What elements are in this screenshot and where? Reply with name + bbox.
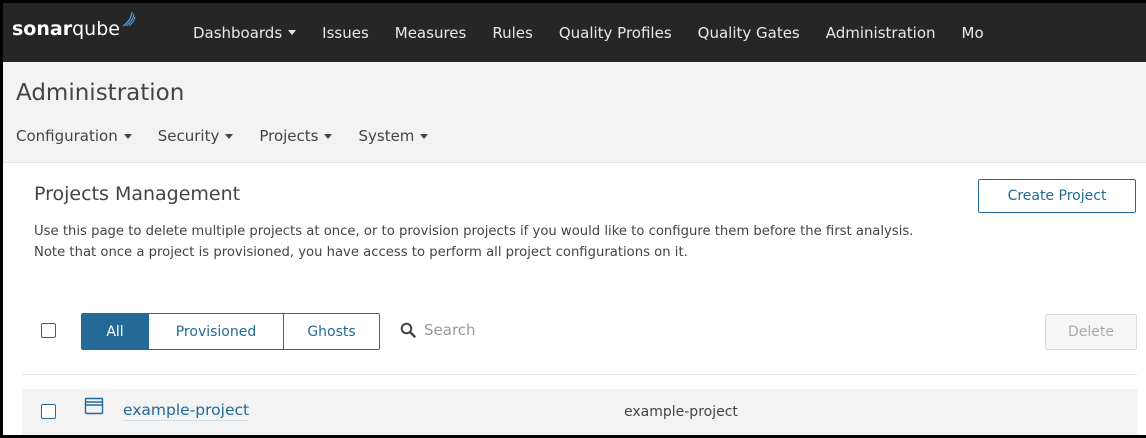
nav-dashboards-label: Dashboards (192, 23, 283, 42)
sonarqube-logo[interactable]: sonar qube (12, 11, 136, 40)
tab-system-label: System (358, 127, 415, 145)
section-title: Projects Management (34, 183, 241, 205)
admin-header: Administration Configuration Security Pr… (3, 62, 1146, 163)
select-all-checkbox[interactable] (41, 323, 56, 338)
nav-quality-profiles-label: Quality Profiles (558, 23, 672, 42)
nav-issues-label: Issues (322, 23, 369, 42)
nav-measures[interactable]: Measures (395, 24, 467, 42)
nav-issues[interactable]: Issues (322, 24, 369, 42)
page-title: Administration (16, 80, 185, 106)
nav-dashboards[interactable]: Dashboards (192, 23, 297, 42)
tab-projects[interactable]: Projects (259, 127, 333, 145)
nav-rules[interactable]: Rules (492, 24, 532, 42)
nav-quality-gates-label: Quality Gates (697, 23, 800, 42)
project-key: example-project (624, 404, 738, 420)
description-line-1: Use this page to delete multiple project… (34, 224, 914, 239)
logo-waves-icon (122, 11, 136, 27)
logo-text-light: qube (72, 17, 120, 40)
logo-text-bold: sonar (12, 17, 73, 40)
project-name-link[interactable]: example-project (123, 401, 250, 421)
tab-system[interactable]: System (358, 127, 429, 145)
filter-ghosts-button[interactable]: Ghosts (283, 314, 379, 349)
delete-button[interactable]: Delete (1045, 314, 1137, 350)
filter-all-button[interactable]: All (82, 314, 148, 349)
chevron-down-icon (324, 133, 333, 139)
nav-administration[interactable]: Administration (826, 24, 936, 42)
search-icon (400, 322, 416, 338)
tab-configuration-label: Configuration (16, 127, 118, 145)
admin-tabs: Configuration Security Projects System (16, 127, 454, 145)
tab-security[interactable]: Security (158, 127, 234, 145)
tab-configuration[interactable]: Configuration (16, 127, 132, 145)
nav-rules-label: Rules (492, 23, 533, 42)
nav-administration-label: Administration (825, 23, 936, 42)
chevron-down-icon (225, 133, 234, 139)
nav-more-label: Mo (961, 23, 984, 42)
create-project-button[interactable]: Create Project (978, 179, 1136, 213)
description-line-2: Note that once a project is provisioned,… (34, 245, 688, 260)
page-description: Use this page to delete multiple project… (34, 221, 913, 263)
tab-projects-label: Projects (259, 127, 319, 145)
divider (22, 374, 1137, 375)
filter-provisioned-button[interactable]: Provisioned (148, 314, 283, 349)
chevron-down-icon (420, 133, 429, 139)
app-window: sonar qube Dashboards Issues Measures Rul… (0, 0, 1146, 438)
project-icon (84, 397, 104, 415)
nav-quality-profiles[interactable]: Quality Profiles (559, 24, 672, 42)
chevron-down-icon (123, 133, 132, 139)
nav-quality-gates[interactable]: Quality Gates (698, 24, 800, 42)
nav-more[interactable]: Mo (962, 24, 984, 42)
row-checkbox[interactable] (41, 404, 56, 419)
nav-measures-label: Measures (394, 23, 467, 42)
top-navbar: sonar qube Dashboards Issues Measures Rul… (3, 3, 1146, 62)
chevron-down-icon (288, 30, 297, 35)
search-box[interactable]: Search (400, 321, 476, 339)
search-input[interactable]: Search (424, 321, 476, 339)
project-filter-group: All Provisioned Ghosts (81, 313, 380, 350)
tab-security-label: Security (157, 127, 220, 145)
